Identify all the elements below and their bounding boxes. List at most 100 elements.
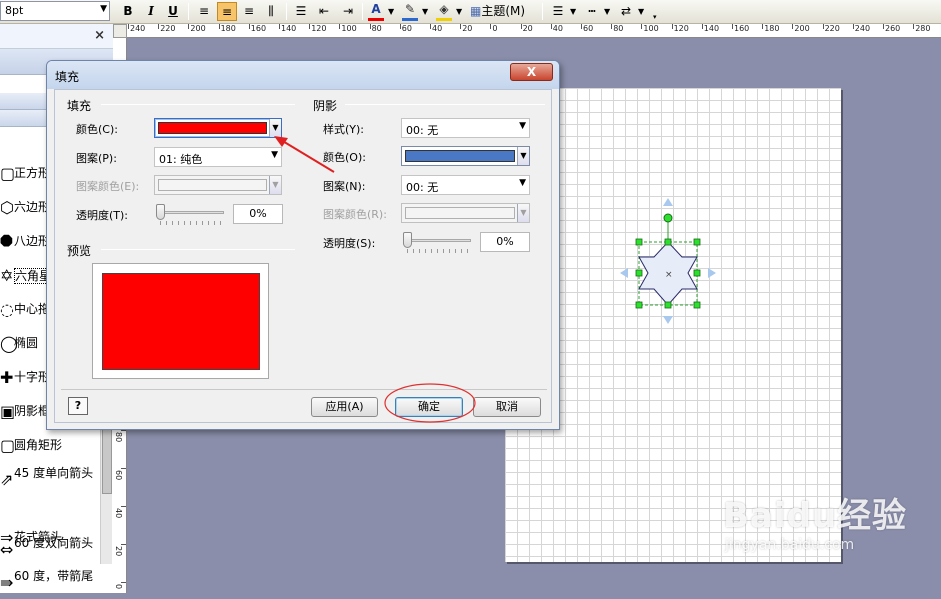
fill-color-select[interactable]: ▼ [154, 118, 282, 138]
ruler-label: 160 [250, 24, 267, 33]
chevron-down-icon[interactable]: ▼ [570, 2, 576, 21]
ruler-label: 40 [114, 508, 123, 519]
ok-button[interactable]: 确定 [395, 397, 463, 417]
help-button[interactable]: ? [68, 397, 88, 415]
shape-item-label: 阴影框 [14, 404, 51, 418]
ruler-label: 200 [190, 24, 206, 33]
ruler-label: 200 [794, 24, 810, 33]
cross-icon: ✚ [0, 368, 14, 387]
ruler-label: 240 [130, 24, 146, 33]
ruler-corner [113, 24, 127, 38]
fill-color-icon[interactable]: ◈ [436, 2, 452, 21]
shape-item-label: 45 度单向箭头 [14, 466, 94, 480]
ruler-tick [460, 24, 462, 29]
ruler-tick [550, 24, 552, 29]
shadow-pattern-color-select: ▼ [401, 203, 530, 223]
pattern-select[interactable]: 01: 纯色 ▼ [154, 147, 282, 167]
ruler-label: 180 [764, 24, 780, 33]
preview-box [92, 263, 269, 379]
shadow-style-select[interactable]: 00: 无 ▼ [401, 118, 530, 138]
slider-thumb[interactable] [156, 204, 165, 220]
bold-button[interactable]: B [121, 2, 135, 21]
ruler-tick [188, 24, 190, 29]
watermark-brand: Baidu经验 [723, 496, 908, 536]
shadow-pattern-select[interactable]: 00: 无 ▼ [401, 175, 530, 195]
decrease-indent-icon[interactable]: ⇤ [316, 2, 332, 21]
shape-item-label: 60 度双向箭头 [14, 536, 94, 550]
chevron-down-icon[interactable]: ▼ [422, 2, 428, 21]
slider-ticks [407, 249, 471, 253]
chevron-down-icon[interactable]: ▼ [638, 2, 644, 21]
shapes-panel-header: × [0, 24, 113, 49]
fill-transparency-slider[interactable] [156, 204, 224, 226]
shape-item[interactable]: ⇛ 60 度，带箭尾 [0, 569, 100, 599]
close-icon[interactable]: × [94, 28, 105, 43]
ruler-tick [369, 24, 371, 29]
shape-item[interactable]: ⇔ 60 度双向箭头 [0, 536, 100, 566]
ruler-tick [121, 544, 126, 545]
pattern-label: 图案(P): [76, 152, 117, 165]
ruler-tick [121, 582, 126, 583]
ruler-label: 100 [643, 24, 659, 33]
chevron-down-icon: ▼ [271, 150, 278, 160]
italic-button[interactable]: I [144, 2, 158, 21]
ruler-tick [218, 24, 220, 29]
line-weight-icon[interactable]: ☰ [549, 2, 567, 21]
ruler-tick [641, 24, 643, 29]
fill-transparency-input[interactable]: 0% [233, 204, 283, 224]
shadow-style-value: 00: 无 [406, 124, 439, 137]
font-size-value: 8pt [5, 4, 24, 17]
shadow-transparency-input[interactable]: 0% [480, 232, 530, 252]
tailed-arrow-icon: ⇛ [0, 573, 14, 592]
theme-button[interactable]: ▦主题(M) [470, 2, 540, 21]
pattern-value: 01: 纯色 [159, 153, 203, 166]
formatting-toolbar: 8pt ▼ B I U ≡ ≡ ≡ ⫼ ☰ ⇤ ⇥ A ▼ ✎ ▼ ◈ ▼ ▦主… [0, 0, 941, 24]
increase-indent-icon[interactable]: ⇥ [340, 2, 356, 21]
square-icon: ▢ [0, 164, 16, 183]
ruler-label: 240 [854, 24, 871, 33]
ruler-tick [792, 24, 794, 29]
chevron-down-icon[interactable]: ▼ [604, 2, 610, 21]
ruler-label: 140 [703, 24, 720, 33]
ruler-label: 60 [114, 470, 123, 481]
line-color-icon[interactable]: ✎ [402, 2, 418, 21]
underline-button[interactable]: U [166, 2, 180, 21]
line-pattern-icon[interactable]: ┅ [583, 2, 601, 21]
dialog-close-button[interactable]: X [510, 63, 553, 81]
shadow-transparency-slider[interactable] [403, 232, 471, 254]
chevron-down-icon[interactable]: ▼ [456, 2, 462, 21]
align-center-icon[interactable]: ≡ [217, 2, 237, 21]
close-icon: X [526, 65, 537, 79]
align-right-icon[interactable]: ≡ [241, 2, 257, 21]
shadow-transparency-label: 透明度(S): [323, 237, 376, 250]
dialog-titlebar[interactable]: 填充 X [47, 61, 559, 89]
shadow-color-select[interactable]: ▼ [401, 146, 530, 166]
fill-section-title: 填充 [67, 99, 92, 113]
bullet-list-icon[interactable]: ☰ [293, 2, 309, 21]
justify-distributed-icon[interactable]: ⫼ [263, 2, 279, 21]
chevron-down-icon: ▼ [517, 204, 529, 222]
divider [101, 104, 295, 105]
chevron-down-icon[interactable]: ▼ [388, 2, 394, 21]
font-size-select[interactable]: 8pt ▼ [0, 1, 110, 21]
ruler-label: 40 [432, 24, 443, 33]
ruler-label: 120 [673, 24, 689, 33]
horizontal-ruler[interactable]: 240 220 200 180 160 140 120 100 80 60 40 20 0 20 40 60 8… [113, 24, 941, 38]
cancel-button[interactable]: 取消 [473, 397, 541, 417]
apply-button[interactable]: 应用(A) [311, 397, 378, 417]
line-ends-icon[interactable]: ⇄ [617, 2, 635, 21]
slider-track [160, 211, 224, 214]
shadow-box-icon: ▣ [0, 402, 16, 421]
shape-item-label: 六边形 [14, 200, 51, 214]
ruler-label: 60 [583, 24, 594, 33]
shape-item[interactable]: ⇗ 45 度单向箭头 [0, 466, 100, 496]
ruler-tick [581, 24, 582, 29]
shape-item[interactable]: ▢ 圆角矩形 [0, 432, 100, 462]
font-color-icon[interactable]: A [368, 2, 384, 21]
ruler-label: 60 [401, 24, 412, 33]
slider-thumb[interactable] [403, 232, 412, 248]
align-left-icon[interactable]: ≡ [196, 2, 212, 21]
chevron-down-icon: ▼ [100, 4, 107, 14]
shape-item-label: 圆角矩形 [14, 438, 63, 452]
shadow-pattern-label: 图案(N): [323, 180, 366, 193]
